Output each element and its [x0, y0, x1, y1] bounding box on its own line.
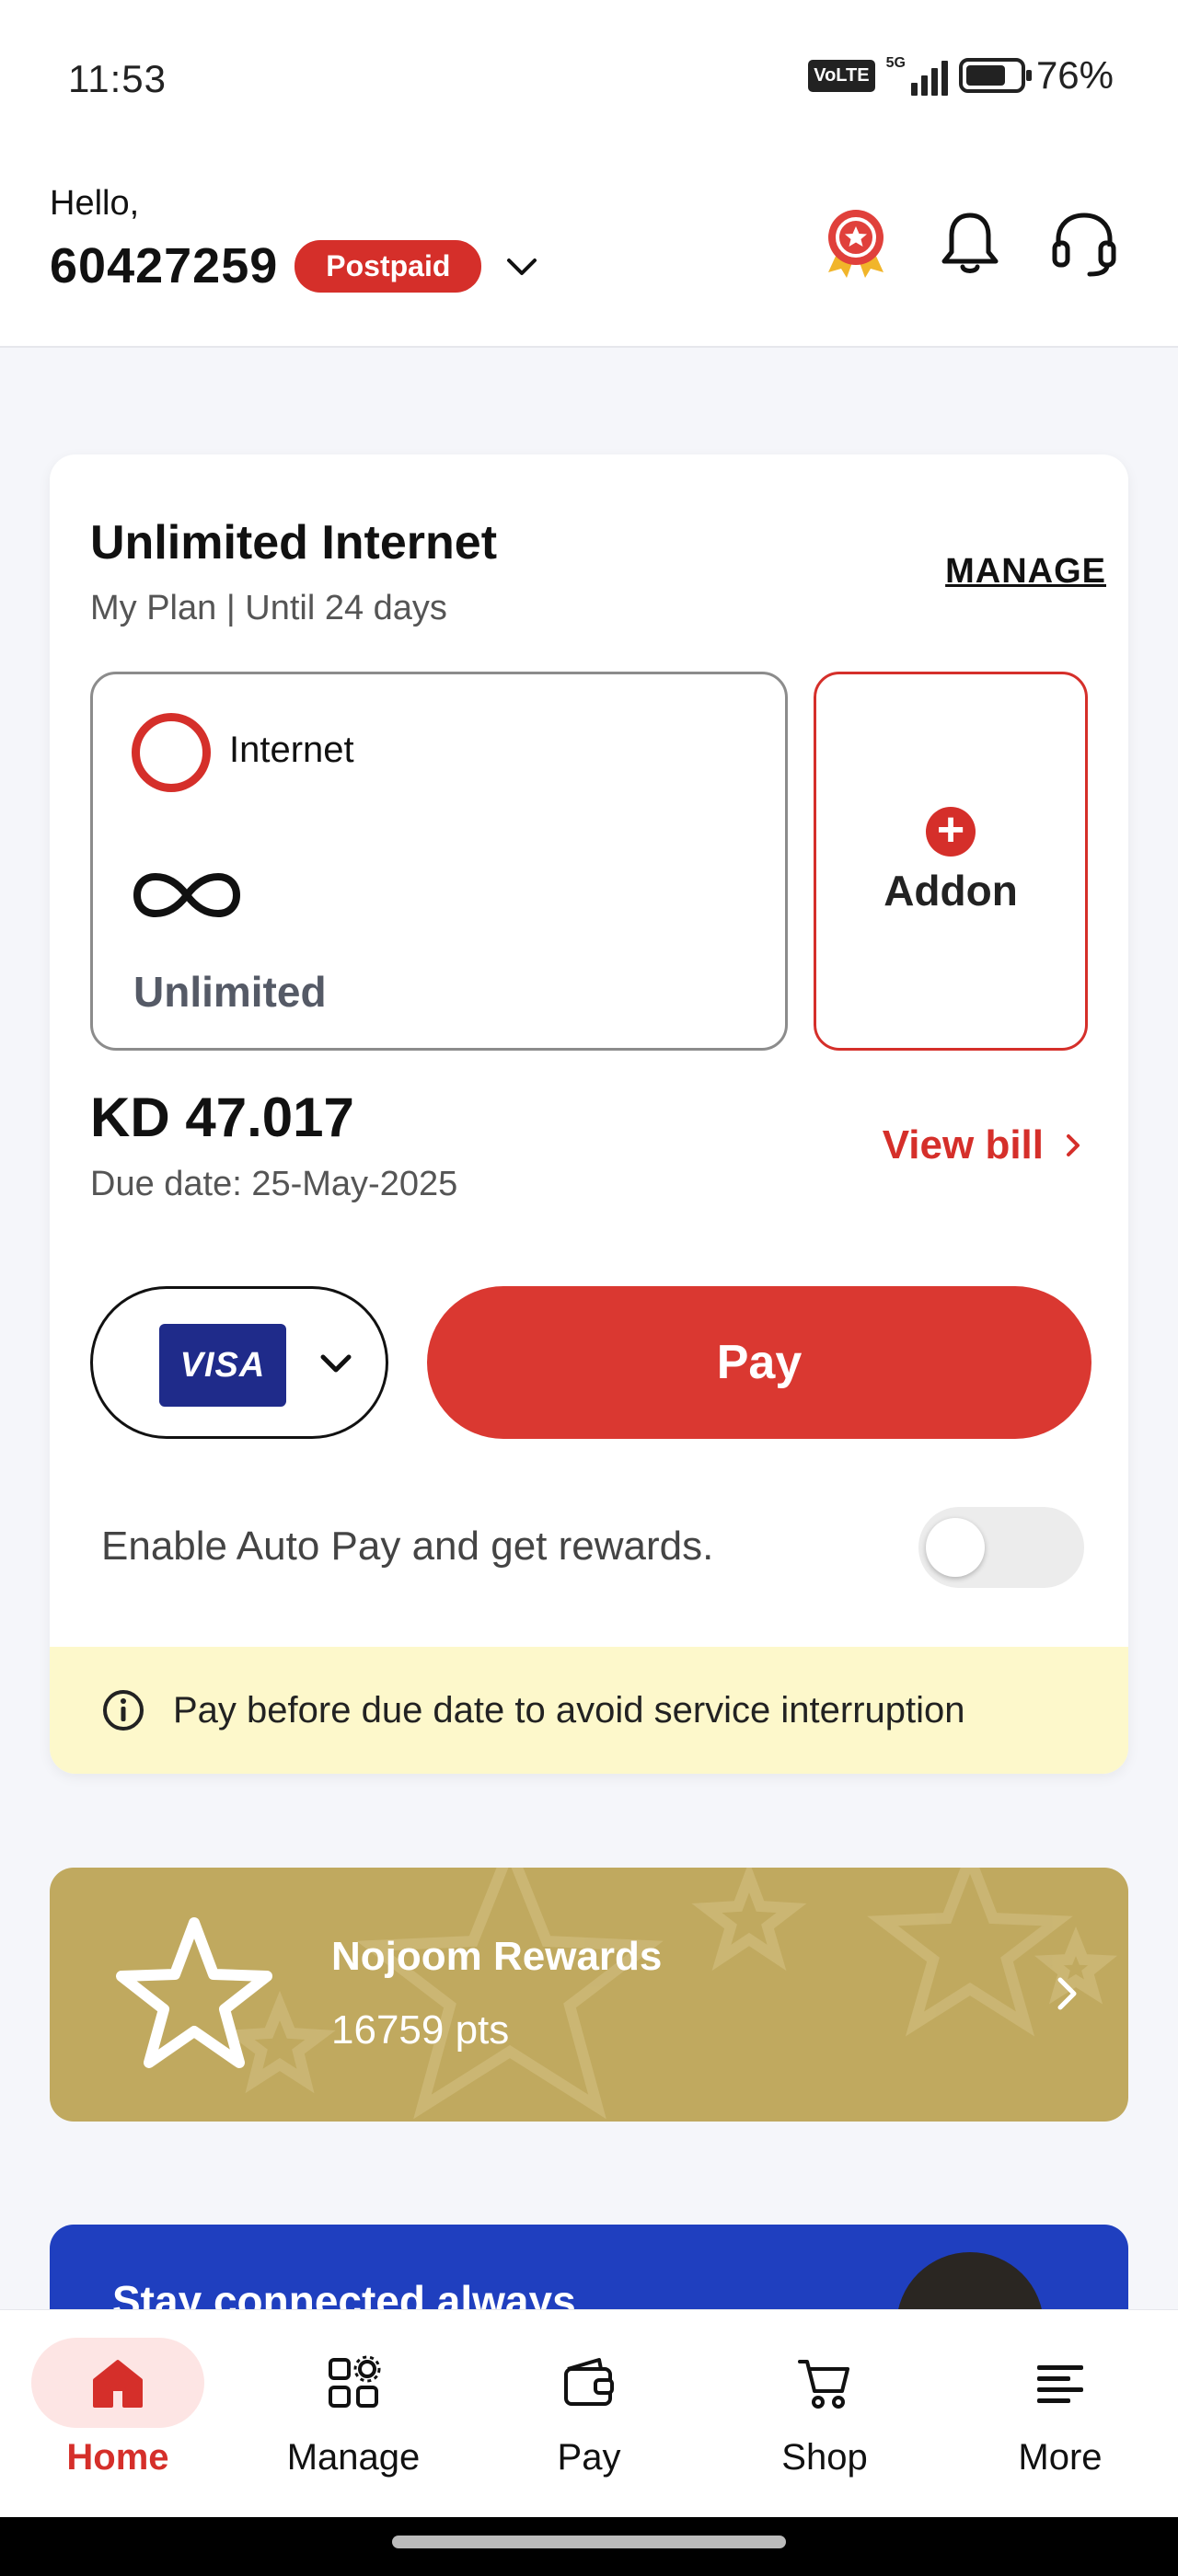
warning-text: Pay before due date to avoid service int… — [173, 1689, 965, 1731]
addon-button[interactable]: + Addon — [814, 672, 1088, 1051]
cart-icon — [798, 2360, 849, 2409]
chevron-down-icon[interactable] — [500, 244, 544, 288]
due-date: Due date: 25-May-2025 — [90, 1165, 458, 1203]
account-selector[interactable]: 60427259 Postpaid — [50, 237, 544, 294]
payment-warning-banner: Pay before due date to avoid service int… — [50, 1647, 1128, 1774]
internet-value: Unlimited — [133, 968, 327, 1016]
menu-icon — [1037, 2365, 1083, 2403]
wallet-icon — [564, 2358, 614, 2406]
battery-percent: 76% — [1035, 53, 1114, 97]
nav-more[interactable]: More — [959, 2338, 1161, 2478]
chevron-right-icon — [1067, 1134, 1080, 1156]
view-bill-link[interactable]: View bill — [883, 1122, 1082, 1168]
status-bar: 11:53 VoLTE 5G 76% — [0, 0, 1178, 156]
pay-button[interactable]: Pay — [427, 1286, 1091, 1439]
plan-title: Unlimited Internet — [90, 516, 498, 569]
rewards-badge-icon[interactable] — [817, 204, 895, 282]
status-time: 11:53 — [68, 57, 167, 100]
battery-icon — [958, 58, 1032, 93]
manage-icon — [329, 2355, 381, 2408]
account-number: 60427259 — [50, 238, 279, 293]
network-type: 5G — [885, 55, 906, 71]
gesture-handle[interactable] — [392, 2536, 786, 2548]
nav-more-pill — [974, 2338, 1147, 2428]
autopay-label: Enable Auto Pay and get rewards. — [101, 1524, 714, 1569]
system-gesture-bar — [0, 2517, 1178, 2576]
plan-type-badge: Postpaid — [294, 239, 482, 293]
nav-home-pill — [31, 2338, 204, 2428]
nav-manage-label: Manage — [286, 2437, 421, 2478]
autopay-toggle[interactable] — [918, 1507, 1084, 1588]
star-icon — [116, 1917, 272, 2068]
nav-shop-pill — [738, 2338, 911, 2428]
internet-usage-card[interactable]: Internet Unlimited — [90, 672, 788, 1051]
toggle-knob — [926, 1518, 985, 1577]
rewards-points: 16759 pts — [331, 2007, 510, 2053]
manage-link[interactable]: MANAGE — [945, 552, 1106, 592]
addon-label: Addon — [884, 867, 1018, 914]
nav-home[interactable]: Home — [17, 2338, 219, 2478]
signal-icon: 5G — [886, 55, 948, 96]
chevron-down-icon — [320, 1354, 352, 1373]
nav-pay[interactable]: Pay — [488, 2338, 690, 2478]
plan-card: Unlimited Internet My Plan | Until 24 da… — [50, 454, 1128, 1774]
headset-icon[interactable] — [1045, 204, 1123, 282]
nav-home-label: Home — [66, 2437, 169, 2478]
nav-more-label: More — [1018, 2437, 1103, 2478]
plus-icon: + — [926, 806, 976, 857]
status-indicators: VoLTE 5G 76% — [808, 53, 1114, 98]
plan-subtitle: My Plan | Until 24 days — [90, 589, 447, 627]
nav-manage-pill — [267, 2338, 440, 2428]
nav-shop[interactable]: Shop — [723, 2338, 926, 2478]
nav-pay-pill — [502, 2338, 676, 2428]
visa-card-icon: VISA — [159, 1324, 286, 1407]
internet-label: Internet — [229, 730, 354, 770]
greeting: Hello, — [50, 184, 140, 223]
bottom-nav: Home Manage Pay Shop More — [0, 2309, 1178, 2517]
nav-shop-label: Shop — [781, 2437, 868, 2478]
nav-manage[interactable]: Manage — [252, 2338, 455, 2478]
view-bill-label: View bill — [882, 1122, 1044, 1167]
chevron-right-icon — [1057, 1977, 1077, 2010]
account-header: Hello, 60427259 Postpaid — [0, 156, 1178, 348]
rewards-title: Nojoom Rewards — [331, 1934, 663, 1979]
usage-ring-icon — [132, 713, 211, 792]
volte-icon: VoLTE — [808, 59, 875, 92]
infinity-icon — [133, 872, 241, 918]
nav-pay-label: Pay — [557, 2437, 621, 2478]
home-icon — [93, 2360, 143, 2408]
rewards-card[interactable]: Nojoom Rewards 16759 pts — [50, 1868, 1128, 2122]
bell-icon[interactable] — [931, 204, 1009, 282]
payment-card-selector[interactable]: VISA — [90, 1286, 388, 1439]
info-icon — [103, 1690, 144, 1731]
bill-amount: KD 47.017 — [90, 1087, 354, 1148]
